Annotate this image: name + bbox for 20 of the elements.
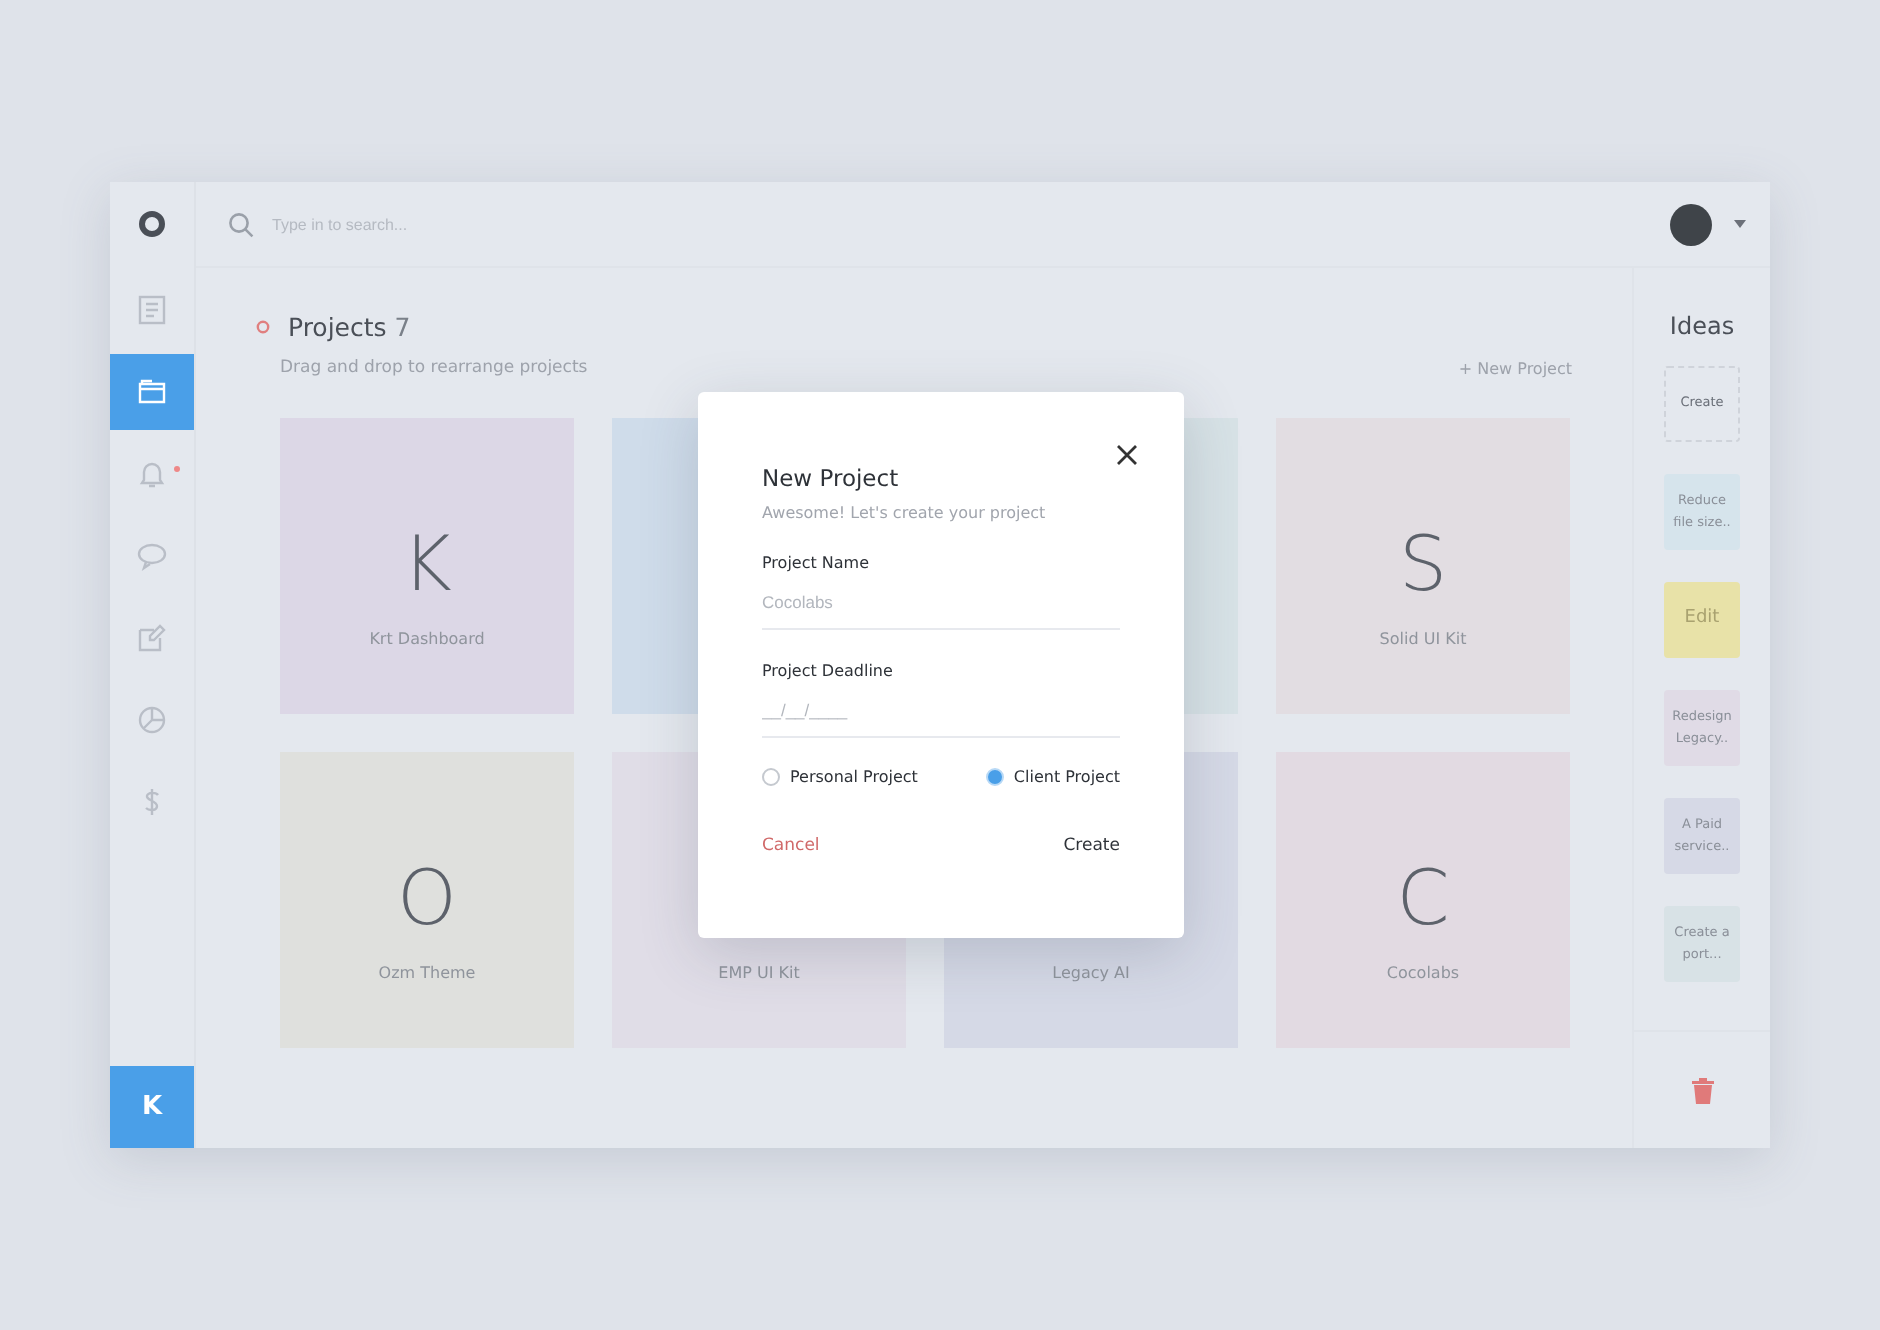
project-name: Cocolabs (1386, 964, 1460, 982)
field-label: Project Name (762, 554, 872, 572)
project-name: EMP UI Kit (718, 964, 800, 982)
project-letter: O (397, 852, 457, 944)
dialog-subtitle: Awesome! Let's create your project (762, 504, 1048, 522)
projects-count: 7 (394, 312, 411, 342)
projects-title: Projects (288, 312, 387, 342)
radio-label: Client Project (1013, 768, 1120, 786)
project-letter: C (1396, 852, 1450, 944)
project-name: Solid UI Kit (1379, 630, 1467, 648)
project-name: Krt Dashboard (369, 630, 485, 648)
project-letter: K (402, 518, 452, 610)
project-name: Legacy AI (1052, 964, 1130, 982)
field-label: Project Deadline (762, 662, 895, 680)
radio-label: Personal Project (790, 768, 918, 786)
dialog-title: New Project (762, 464, 901, 492)
project-letter: S (1398, 518, 1448, 610)
ideas-title: Ideas (1669, 312, 1735, 340)
project-name: Ozm Theme (378, 964, 476, 982)
projects-subtitle: Drag and drop to rearrange projects (280, 358, 588, 378)
